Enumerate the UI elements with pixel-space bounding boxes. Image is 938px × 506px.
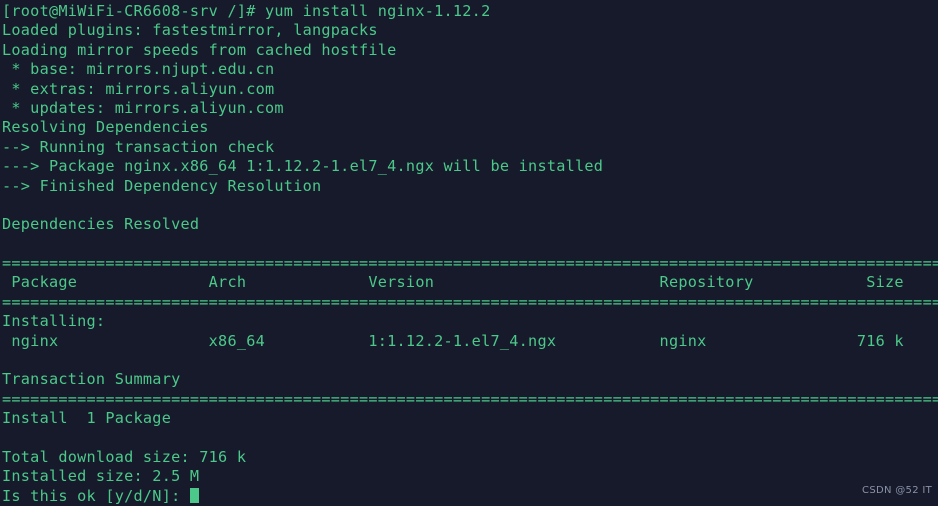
terminal-line-dependencies-resolved: Dependencies Resolved bbox=[2, 215, 200, 234]
transaction-summary-heading: Transaction Summary bbox=[2, 370, 181, 389]
terminal-line-mirror-extras: * extras: mirrors.aliyun.com bbox=[2, 79, 275, 98]
table-separator-top: ========================================… bbox=[2, 254, 938, 273]
terminal-line-running-transaction-check: --> Running transaction check bbox=[2, 137, 275, 156]
table-row: nginx x86_64 1:1.12.2-1.el7_4.ngx nginx … bbox=[2, 331, 904, 350]
confirm-prompt-text: Is this ok [y/d/N]: bbox=[2, 486, 190, 505]
terminal-window[interactable]: [root@MiWiFi-CR6608-srv /]# yum install … bbox=[0, 0, 938, 505]
block-cursor bbox=[189, 487, 199, 503]
summary-installed-size: Installed size: 2.5 M bbox=[2, 467, 200, 486]
terminal-line-command: [root@MiWiFi-CR6608-srv /]# yum install … bbox=[2, 2, 491, 20]
watermark: CSDN @52 IT bbox=[862, 485, 932, 496]
terminal-line-loading-mirror-speeds: Loading mirror speeds from cached hostfi… bbox=[2, 40, 397, 59]
confirm-prompt-line[interactable]: Is this ok [y/d/N]: bbox=[2, 487, 938, 506]
summary-install-count: Install 1 Package bbox=[2, 409, 172, 428]
summary-separator: ========================================… bbox=[2, 389, 938, 408]
summary-total-download-size: Total download size: 716 k bbox=[2, 447, 247, 466]
terminal-line-mirror-updates: * updates: mirrors.aliyun.com bbox=[2, 98, 284, 117]
table-header-row: Package Arch Version Repository Size bbox=[2, 273, 904, 292]
terminal-line-package-will-be-installed: ---> Package nginx.x86_64 1:1.12.2-1.el7… bbox=[2, 157, 604, 176]
terminal-line-finished-dependency-resolution: --> Finished Dependency Resolution bbox=[2, 176, 322, 195]
terminal-line-mirror-base: * base: mirrors.njupt.edu.cn bbox=[2, 60, 275, 79]
table-separator-bottom: ========================================… bbox=[2, 292, 938, 311]
terminal-line-loaded-plugins: Loaded plugins: fastestmirror, langpacks bbox=[2, 21, 378, 40]
table-section-installing: Installing: bbox=[2, 312, 106, 331]
terminal-line-resolving-dependencies: Resolving Dependencies bbox=[2, 118, 209, 137]
